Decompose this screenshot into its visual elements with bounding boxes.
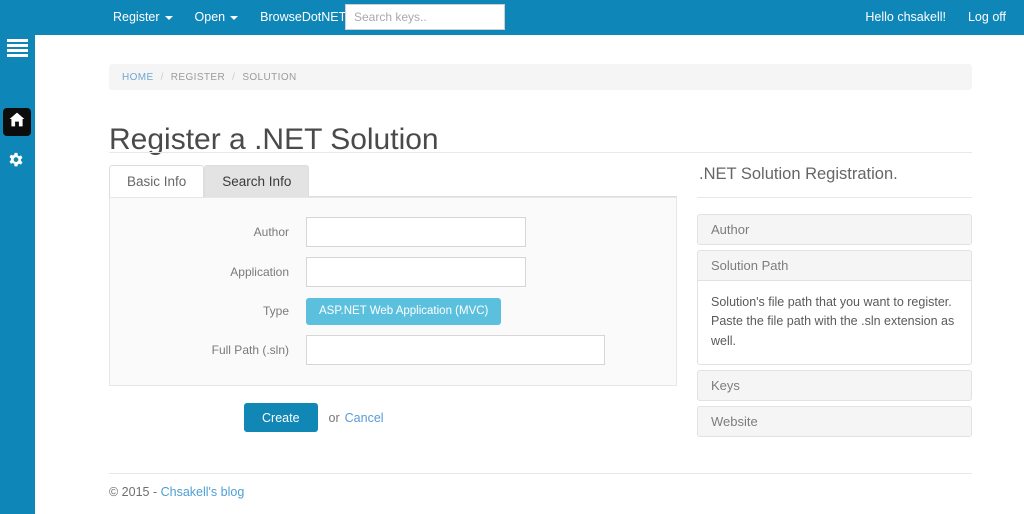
gear-icon	[7, 152, 25, 175]
accordion-item-keys: Keys	[697, 370, 972, 402]
author-input[interactable]	[306, 217, 526, 247]
hamburger-menu-icon[interactable]	[7, 39, 28, 57]
form-tabs: Basic Info Search Info	[109, 165, 677, 197]
info-sidebar-divider	[697, 197, 972, 198]
accordion-item-website: Website	[697, 406, 972, 438]
footer-copyright: © 2015 -	[109, 485, 161, 499]
nav-item-label: Open	[194, 10, 226, 24]
navbar-menu: Register Open BrowseDotNET	[113, 0, 360, 35]
info-sidebar: .NET Solution Registration. Author Solut…	[697, 165, 972, 442]
accordion-body-solution-path: Solution's file path that you want to re…	[697, 281, 972, 366]
greeting-link[interactable]: Hello chsakell!	[865, 0, 946, 35]
title-divider	[109, 152, 972, 153]
nav-item-register[interactable]: Register	[113, 0, 173, 35]
form-row-author: Author	[110, 215, 676, 249]
label-author: Author	[253, 225, 289, 239]
full-path-input[interactable]	[306, 335, 605, 365]
breadcrumb-separator: /	[232, 71, 236, 83]
accordion-header-keys[interactable]: Keys	[697, 370, 972, 402]
label-full-path: Full Path (.sln)	[211, 343, 289, 357]
nav-item-label: Register	[113, 10, 160, 24]
accordion-header-website[interactable]: Website	[697, 406, 972, 438]
hamburger-bar	[7, 54, 28, 57]
chevron-down-icon	[230, 15, 239, 20]
create-button[interactable]: Create	[244, 403, 318, 432]
type-badge[interactable]: ASP.NET Web Application (MVC)	[306, 297, 502, 325]
or-text: or	[328, 410, 340, 425]
application-input[interactable]	[306, 257, 526, 287]
footer: © 2015 - Chsakell's blog	[109, 485, 244, 499]
breadcrumb-item-home[interactable]: HOME	[122, 72, 154, 83]
nav-item-label: BrowseDotNET	[260, 10, 347, 24]
cancel-link[interactable]: Cancel	[345, 411, 384, 425]
footer-blog-link[interactable]: Chsakell's blog	[161, 485, 245, 499]
breadcrumb-item-register: REGISTER	[170, 71, 226, 83]
tab-basic-info[interactable]: Basic Info	[109, 165, 205, 197]
label-type: Type	[262, 304, 289, 318]
nav-item-open[interactable]: Open	[195, 0, 239, 35]
tab-search-info[interactable]: Search Info	[204, 165, 310, 197]
top-navbar: Register Open BrowseDotNET Hello chsakel…	[0, 0, 1024, 35]
form-row-type: Type ASP.NET Web Application (MVC)	[110, 294, 676, 328]
info-sidebar-title: .NET Solution Registration.	[699, 165, 898, 183]
label-application: Application	[230, 265, 289, 279]
form-row-full-path: Full Path (.sln)	[110, 333, 676, 367]
left-sidebar	[0, 0, 35, 514]
hamburger-bar	[7, 44, 28, 47]
accordion-header-author[interactable]: Author	[697, 214, 972, 245]
main-content: HOME / REGISTER / SOLUTION Register a .N…	[35, 35, 1024, 514]
registration-form-panel: Author Application Type ASP.NET Web Appl…	[109, 197, 677, 386]
home-icon	[9, 112, 25, 132]
sidebar-item-home[interactable]	[3, 108, 31, 136]
form-actions: Create or Cancel	[109, 403, 384, 432]
log-off-link[interactable]: Log off	[968, 0, 1006, 35]
sidebar-item-settings[interactable]	[5, 152, 27, 174]
search-input[interactable]	[345, 4, 505, 30]
hamburger-bar	[7, 39, 28, 42]
breadcrumb: HOME / REGISTER / SOLUTION	[109, 64, 972, 90]
footer-divider	[109, 473, 972, 474]
chevron-down-icon	[164, 15, 173, 20]
breadcrumb-item-solution: SOLUTION	[242, 71, 297, 83]
accordion-item-author: Author	[697, 214, 972, 245]
breadcrumb-separator: /	[160, 71, 164, 83]
form-row-application: Application	[110, 255, 676, 289]
accordion-header-solution-path[interactable]: Solution Path	[697, 250, 972, 281]
hamburger-bar	[7, 49, 28, 52]
navbar-search	[345, 4, 505, 30]
navbar-user-menu: Hello chsakell! Log off	[865, 0, 1006, 35]
accordion-item-solution-path: Solution Path Solution's file path that …	[697, 250, 972, 366]
